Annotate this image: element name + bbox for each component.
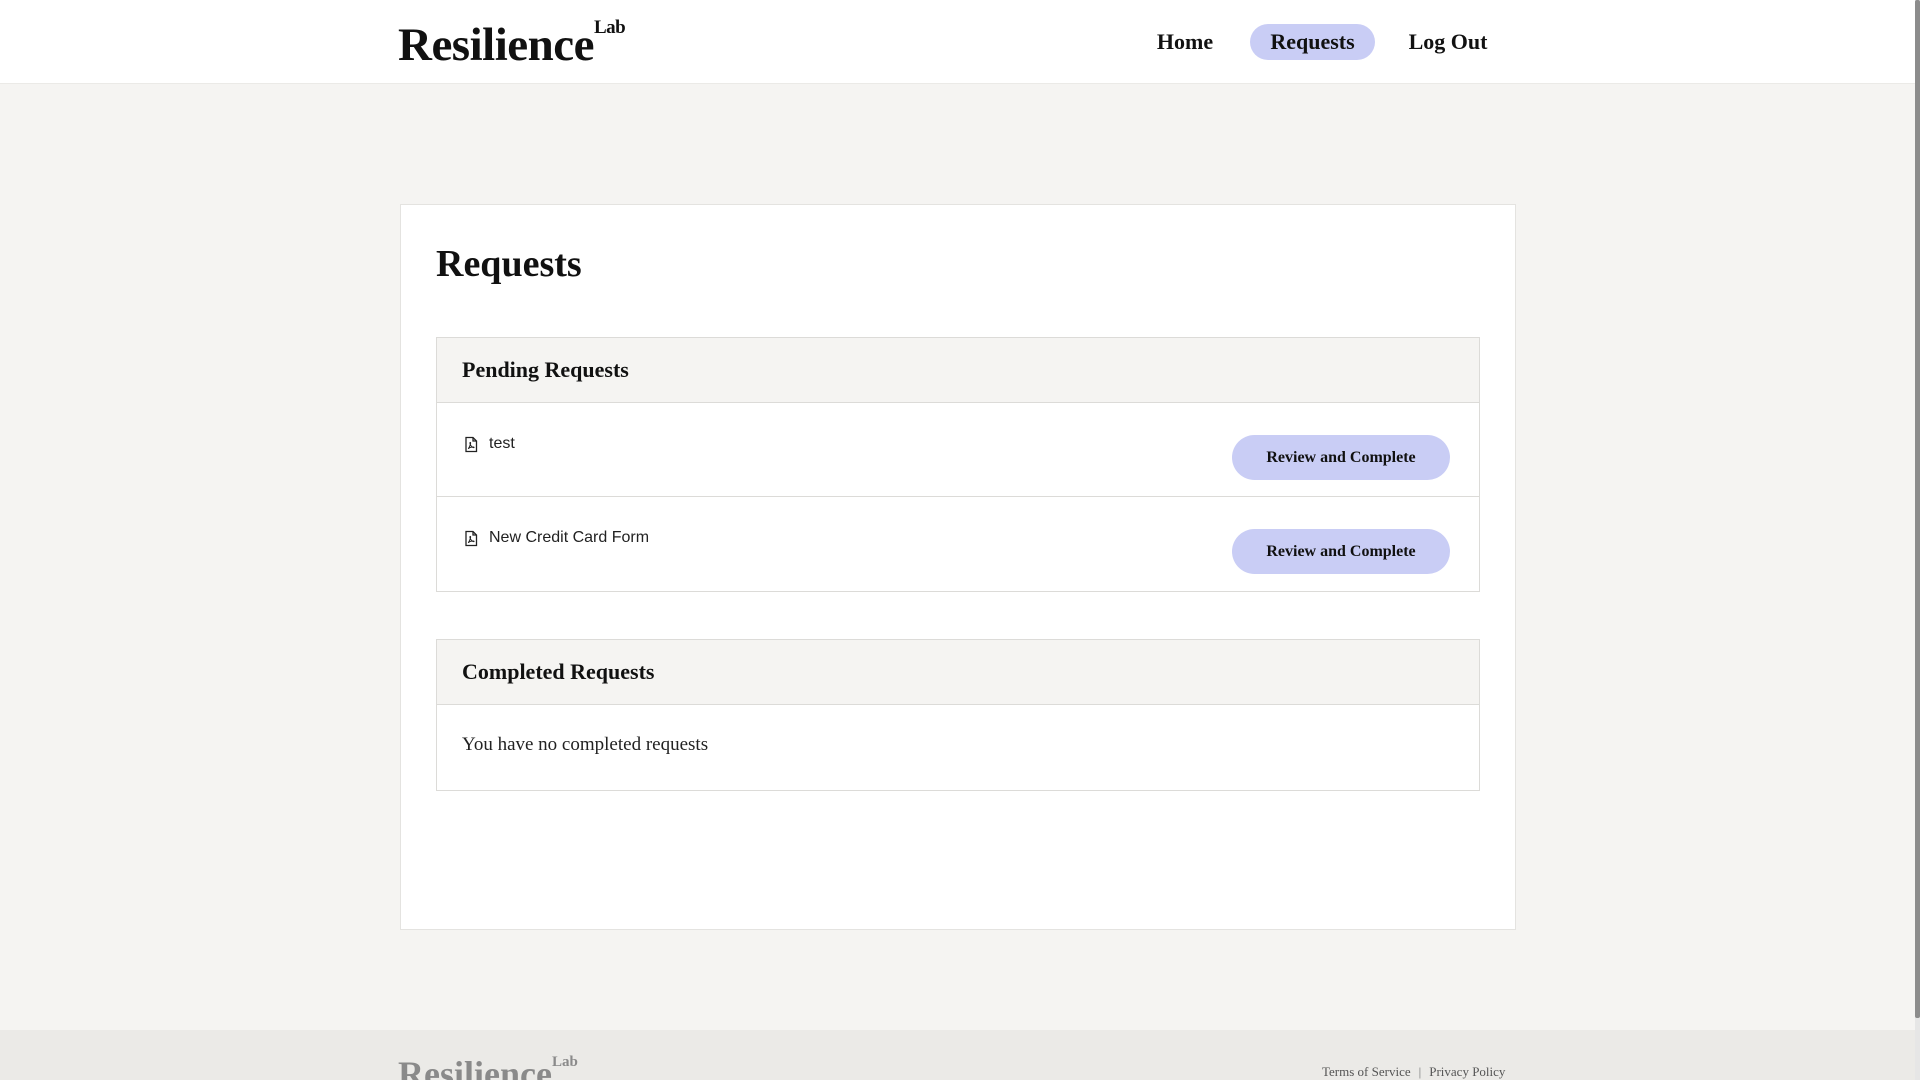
page-footer: ResilienceLab Terms of Service | Privacy P… [0, 1030, 1915, 1080]
pdf-file-icon [465, 530, 478, 546]
completed-requests-heading: Completed Requests [462, 659, 655, 684]
pending-requests-panel: Pending Requests test Review and Complet… [436, 337, 1480, 592]
privacy-policy-link[interactable]: Privacy Policy [1429, 1064, 1505, 1079]
request-name: test [489, 435, 515, 452]
pending-requests-header: Pending Requests [437, 338, 1479, 403]
scrollbar-thumb[interactable] [1915, 0, 1920, 1018]
nav-home-link[interactable]: Home [1140, 24, 1230, 60]
footer-logo[interactable]: ResilienceLab [398, 1052, 578, 1080]
logo-superscript: Lab [594, 17, 626, 38]
footer-links: Terms of Service | Privacy Policy [1322, 1064, 1505, 1080]
request-row: test Review and Complete [437, 403, 1479, 497]
footer-logo-superscript: Lab [551, 1054, 578, 1070]
request-file-link[interactable]: New Credit Card Form [463, 529, 649, 547]
no-completed-requests-message: You have no completed requests [462, 734, 709, 755]
top-header: ResilienceLab Home Requests Log Out [0, 0, 1915, 84]
review-and-complete-button[interactable]: Review and Complete [1232, 529, 1450, 574]
logo-text: Resilience [398, 19, 595, 71]
footer-separator: | [1418, 1064, 1422, 1079]
pending-requests-heading: Pending Requests [462, 357, 629, 382]
nav-requests-link[interactable]: Requests [1250, 24, 1375, 60]
brand-logo[interactable]: ResilienceLab [398, 17, 626, 82]
terms-of-service-link[interactable]: Terms of Service [1322, 1064, 1411, 1079]
pdf-file-icon [465, 436, 478, 452]
footer-logo-text: Resilience [398, 1054, 552, 1080]
completed-requests-panel: Completed Requests [436, 639, 1480, 791]
review-and-complete-button[interactable]: Review and Complete [1232, 435, 1450, 480]
request-row: New Credit Card Form Review and Complete [437, 497, 1479, 590]
request-file-link[interactable]: test [463, 435, 515, 453]
completed-requests-header: Completed Requests [437, 640, 1479, 705]
nav-logout-link[interactable]: Log Out [1398, 24, 1498, 60]
request-name: New Credit Card Form [489, 529, 650, 546]
page-title: Requests [436, 243, 582, 285]
